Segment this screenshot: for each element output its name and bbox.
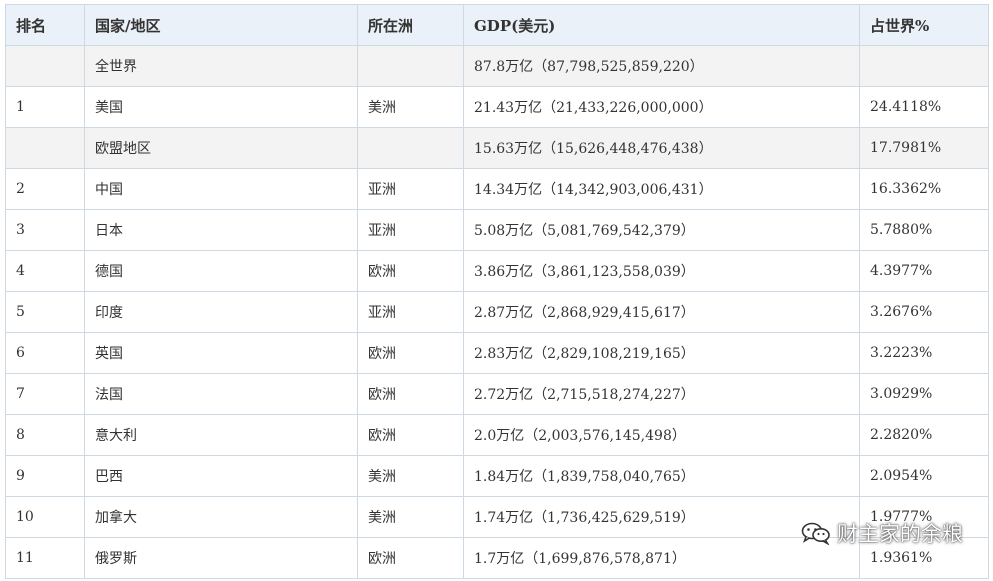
- header-gdp: GDP(美元): [463, 4, 860, 46]
- table-row: 8 意大利 欧洲 2.0万亿（2,003,576,145,498） 2.2820%: [5, 414, 989, 456]
- cell-country: 德国: [84, 250, 358, 292]
- cell-country: 欧盟地区: [84, 127, 358, 169]
- table-row: 5 印度 亚洲 2.87万亿（2,868,929,415,617） 3.2676%: [5, 291, 989, 333]
- cell-gdp: 21.43万亿（21,433,226,000,000）: [463, 86, 860, 128]
- watermark: 财主家的余粮: [801, 518, 963, 548]
- wechat-icon: [801, 521, 831, 545]
- cell-gdp: 5.08万亿（5,081,769,542,379）: [463, 209, 860, 251]
- cell-rank: [5, 45, 85, 87]
- watermark-text: 财主家的余粮: [837, 522, 963, 546]
- cell-country: 印度: [84, 291, 358, 333]
- table-row: 全世界 87.8万亿（87,798,525,859,220）: [5, 45, 989, 87]
- cell-gdp: 2.87万亿（2,868,929,415,617）: [463, 291, 860, 333]
- cell-share: 4.3977%: [859, 250, 989, 292]
- cell-rank: 6: [5, 332, 85, 374]
- cell-share: 24.4118%: [859, 86, 989, 128]
- table-row: 9 巴西 美洲 1.84万亿（1,839,758,040,765） 2.0954%: [5, 455, 989, 497]
- cell-gdp: 2.83万亿（2,829,108,219,165）: [463, 332, 860, 374]
- cell-continent: 亚洲: [357, 291, 464, 333]
- table-body: 全世界 87.8万亿（87,798,525,859,220） 1 美国 美洲 21.43万…: [5, 45, 989, 579]
- cell-continent: 欧洲: [357, 250, 464, 292]
- cell-rank: 7: [5, 373, 85, 415]
- cell-gdp: 2.72万亿（2,715,518,274,227）: [463, 373, 860, 415]
- cell-continent: 欧洲: [357, 332, 464, 374]
- cell-share: 17.7981%: [859, 127, 989, 169]
- cell-rank: 3: [5, 209, 85, 251]
- cell-country: 日本: [84, 209, 358, 251]
- cell-gdp: 1.84万亿（1,839,758,040,765）: [463, 455, 860, 497]
- table-row: 7 法国 欧洲 2.72万亿（2,715,518,274,227） 3.0929%: [5, 373, 989, 415]
- cell-country: 加拿大: [84, 496, 358, 538]
- cell-continent: 欧洲: [357, 414, 464, 456]
- cell-rank: 5: [5, 291, 85, 333]
- table-row: 欧盟地区 15.63万亿（15,626,448,476,438） 17.7981%: [5, 127, 989, 169]
- cell-country: 美国: [84, 86, 358, 128]
- cell-share: 2.2820%: [859, 414, 989, 456]
- cell-continent: [357, 45, 464, 87]
- cell-rank: 9: [5, 455, 85, 497]
- cell-share: 2.0954%: [859, 455, 989, 497]
- header-continent: 所在洲: [357, 4, 464, 46]
- cell-country: 中国: [84, 168, 358, 210]
- cell-share: 3.0929%: [859, 373, 989, 415]
- cell-continent: 欧洲: [357, 373, 464, 415]
- table-row: 3 日本 亚洲 5.08万亿（5,081,769,542,379） 5.7880%: [5, 209, 989, 251]
- cell-country: 俄罗斯: [84, 537, 358, 579]
- cell-share: 16.3362%: [859, 168, 989, 210]
- cell-country: 巴西: [84, 455, 358, 497]
- cell-gdp: 2.0万亿（2,003,576,145,498）: [463, 414, 860, 456]
- cell-rank: 8: [5, 414, 85, 456]
- cell-rank: 11: [5, 537, 85, 579]
- cell-country: 意大利: [84, 414, 358, 456]
- cell-gdp: 15.63万亿（15,626,448,476,438）: [463, 127, 860, 169]
- cell-continent: 美洲: [357, 496, 464, 538]
- table-row: 4 德国 欧洲 3.86万亿（3,861,123,558,039） 4.3977%: [5, 250, 989, 292]
- cell-rank: 4: [5, 250, 85, 292]
- cell-share: 5.7880%: [859, 209, 989, 251]
- cell-rank: 10: [5, 496, 85, 538]
- gdp-ranking-table: 排名 国家/地区 所在洲 GDP(美元) 占世界% 全世界 87.8万亿（87,7…: [5, 4, 989, 579]
- table-row: 6 英国 欧洲 2.83万亿（2,829,108,219,165） 3.2223%: [5, 332, 989, 374]
- cell-country: 法国: [84, 373, 358, 415]
- header-country: 国家/地区: [84, 4, 358, 46]
- cell-country: 全世界: [84, 45, 358, 87]
- cell-gdp: 87.8万亿（87,798,525,859,220）: [463, 45, 860, 87]
- cell-share: [859, 45, 989, 87]
- cell-rank: 1: [5, 86, 85, 128]
- cell-share: 3.2223%: [859, 332, 989, 374]
- cell-continent: 美洲: [357, 455, 464, 497]
- table-row: 1 美国 美洲 21.43万亿（21,433,226,000,000） 24.4118%: [5, 86, 989, 128]
- cell-rank: [5, 127, 85, 169]
- cell-rank: 2: [5, 168, 85, 210]
- header-share: 占世界%: [859, 4, 989, 46]
- cell-gdp: 14.34万亿（14,342,903,006,431）: [463, 168, 860, 210]
- header-rank: 排名: [5, 4, 85, 46]
- table-row: 2 中国 亚洲 14.34万亿（14,342,903,006,431） 16.3362%: [5, 168, 989, 210]
- cell-continent: 美洲: [357, 86, 464, 128]
- cell-continent: [357, 127, 464, 169]
- cell-continent: 亚洲: [357, 168, 464, 210]
- cell-continent: 亚洲: [357, 209, 464, 251]
- cell-continent: 欧洲: [357, 537, 464, 579]
- cell-share: 3.2676%: [859, 291, 989, 333]
- table-header-row: 排名 国家/地区 所在洲 GDP(美元) 占世界%: [5, 4, 989, 46]
- cell-gdp: 3.86万亿（3,861,123,558,039）: [463, 250, 860, 292]
- cell-country: 英国: [84, 332, 358, 374]
